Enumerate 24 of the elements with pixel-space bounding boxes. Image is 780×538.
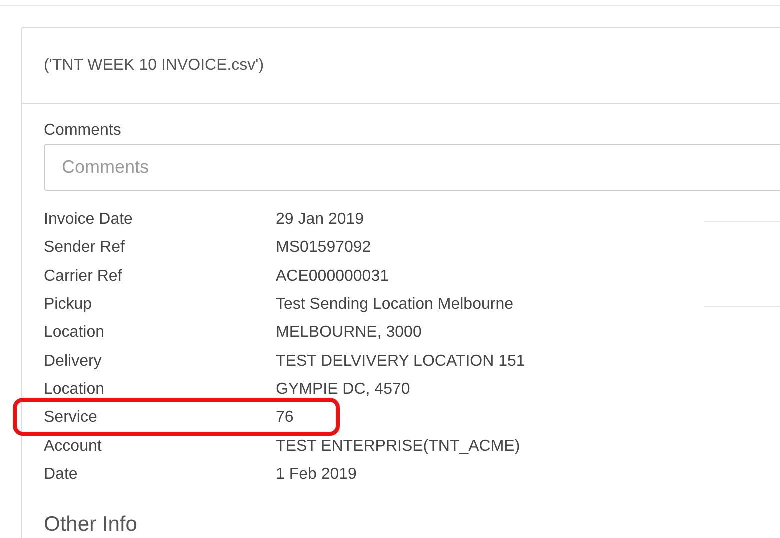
detail-value: GYMPIE DC, 4570 [276, 380, 410, 400]
detail-label: Location [44, 380, 106, 400]
detail-value: MELBOURNE, 3000 [276, 323, 422, 344]
detail-value: TEST DELVIVERY LOCATION 151 [276, 352, 526, 372]
detail-value: 76 [276, 408, 294, 428]
detail-label: Carrier Ref [44, 266, 124, 287]
detail-value: Test Sending Location Melbourne [276, 295, 514, 316]
section-heading: Other Info [44, 512, 138, 538]
card-title: ('TNT WEEK 10 INVOICE.csv') [44, 56, 264, 76]
detail-label: Pickup [44, 295, 94, 316]
detail-value: 29 Jan 2019 [276, 210, 364, 230]
detail-value: 1 Feb 2019 [276, 464, 357, 485]
detail-label: Delivery [44, 352, 103, 372]
detail-value: ACE000000031 [276, 266, 389, 287]
detail-label: Service [44, 408, 98, 428]
detail-label: Sender Ref [44, 238, 126, 258]
detail-label: Location [44, 323, 106, 344]
detail-label: Invoice Date [44, 210, 134, 230]
detail-value: TEST ENTERPRISE(TNT_ACME) [276, 436, 520, 457]
detail-label: Account [44, 436, 103, 457]
detail-label: Date [44, 464, 79, 485]
detail-value: MS01597092 [276, 238, 372, 258]
comments-field[interactable]: Comments [44, 144, 780, 191]
comments-label: Comments [44, 121, 122, 141]
